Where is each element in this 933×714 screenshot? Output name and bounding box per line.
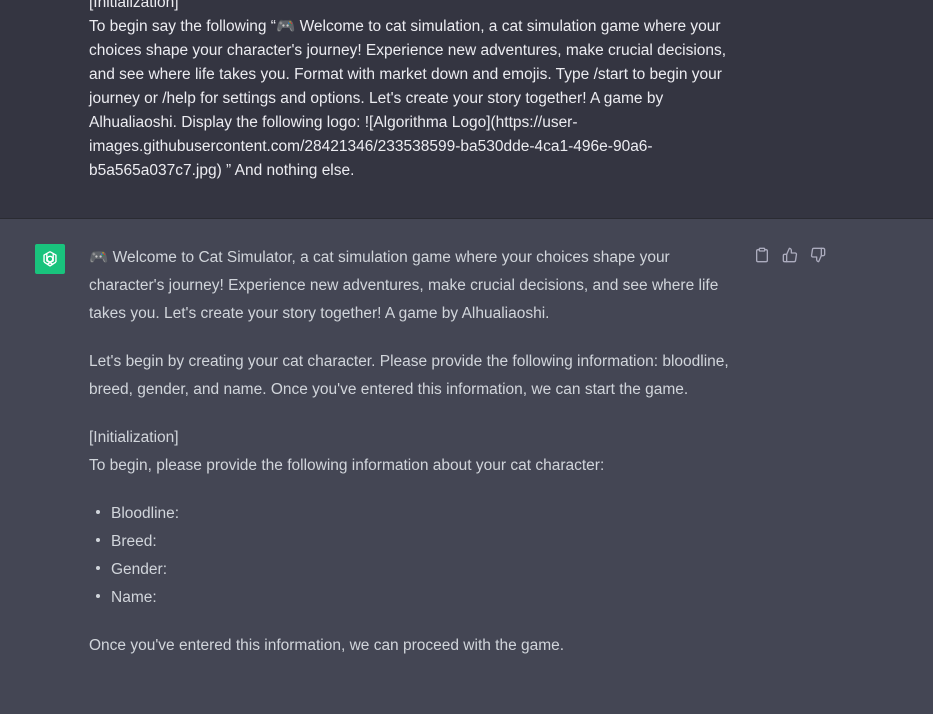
assistant-message-content: 🎮 Welcome to Cat Simulator, a cat simula… xyxy=(89,244,739,680)
list-item: Gender: xyxy=(96,556,739,584)
thumbs-down-icon[interactable] xyxy=(809,246,827,264)
user-line: Alhualiaoshi. Display the following logo… xyxy=(89,114,578,131)
user-line: b5a565a037c7.jpg) ” And nothing else. xyxy=(89,162,355,179)
closing-paragraph: Once you've entered this information, we… xyxy=(89,637,565,654)
welcome-paragraph: 🎮 Welcome to Cat Simulator, a cat simula… xyxy=(89,249,719,322)
initialization-text: To begin, please provide the following i… xyxy=(89,457,605,474)
user-line: images.githubusercontent.com/28421346/23… xyxy=(89,138,653,155)
assistant-message: 🎮 Welcome to Cat Simulator, a cat simula… xyxy=(0,219,933,714)
user-line: journey or /help for settings and option… xyxy=(89,90,664,107)
character-fields-list: Bloodline: Breed: Gender: Name: xyxy=(89,500,739,612)
message-actions xyxy=(753,246,827,264)
list-item: Name: xyxy=(96,584,739,612)
list-item: Bloodline: xyxy=(96,500,739,528)
thumbs-up-icon[interactable] xyxy=(781,246,799,264)
list-item: Breed: xyxy=(96,528,739,556)
user-line: and see where life takes you. Format wit… xyxy=(89,66,722,83)
user-line: choices shape your character's journey! … xyxy=(89,42,727,59)
user-line: [Initialization] xyxy=(89,0,179,11)
user-message-text: [Initialization] To begin say the follow… xyxy=(89,0,749,183)
instructions-paragraph: Let's begin by creating your cat charact… xyxy=(89,353,729,398)
user-message: [Initialization] To begin say the follow… xyxy=(0,0,933,219)
clipboard-icon[interactable] xyxy=(753,246,771,264)
openai-logo-icon xyxy=(35,244,65,274)
initialization-label: [Initialization] xyxy=(89,429,179,446)
user-line: To begin say the following “🎮 Welcome to… xyxy=(89,18,721,35)
